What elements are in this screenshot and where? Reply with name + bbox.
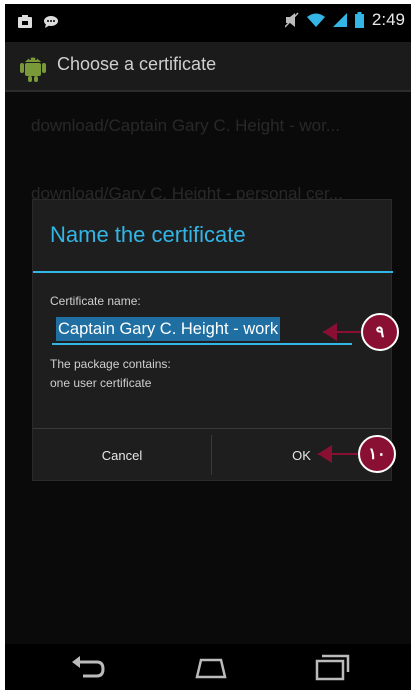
certificate-name-input[interactable]: Captain Gary C. Height - work — [52, 315, 352, 345]
step-10-badge: ١٠ — [358, 435, 396, 473]
step-10-callout: ١٠ — [318, 435, 398, 473]
recent-apps-icon[interactable] — [311, 652, 351, 682]
package-info-value: one user certificate — [50, 376, 152, 390]
action-bar: Choose a certificate — [5, 42, 411, 92]
package-info-label: The package contains: — [50, 357, 171, 371]
notification-icon — [18, 15, 32, 28]
back-icon[interactable] — [69, 652, 109, 682]
step-9-callout: ٩ — [323, 313, 401, 351]
action-bar-title: Choose a certificate — [57, 54, 217, 74]
status-time: 2:49 — [371, 10, 405, 29]
signal-icon — [332, 13, 347, 27]
mute-icon — [284, 12, 299, 28]
step-9-badge: ٩ — [361, 313, 399, 351]
chat-icon — [44, 16, 58, 28]
cancel-button[interactable]: Cancel — [33, 429, 211, 481]
home-icon[interactable] — [191, 652, 231, 682]
dialog-title: Name the certificate — [50, 222, 246, 247]
certificate-name-label: Certificate name: — [50, 294, 141, 308]
wifi-icon — [306, 13, 325, 27]
battery-icon — [354, 12, 364, 28]
status-bar: 2:49 — [5, 4, 411, 42]
dialog-title-divider — [33, 271, 393, 273]
certificate-name-value: Captain Gary C. Height - work — [56, 317, 281, 341]
navigation-bar — [5, 644, 411, 690]
android-app-icon[interactable] — [17, 51, 49, 83]
